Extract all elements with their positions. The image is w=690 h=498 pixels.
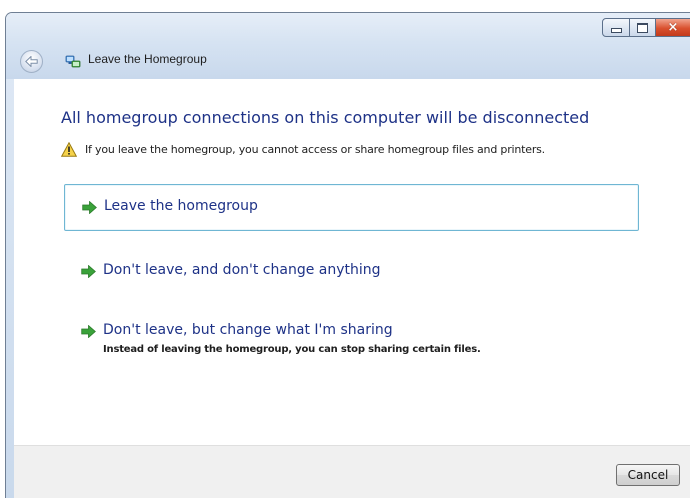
title-bar: × Leave the Homegroup <box>6 13 690 79</box>
minimize-button[interactable] <box>602 18 630 37</box>
option-leave-homegroup[interactable]: Leave the homegroup <box>64 184 639 231</box>
warning-text: If you leave the homegroup, you cannot a… <box>85 143 545 156</box>
back-button[interactable] <box>20 50 43 73</box>
maximize-button[interactable] <box>630 18 656 37</box>
back-arrow-icon <box>25 56 38 67</box>
minimize-icon <box>610 28 622 33</box>
window-title: Leave the Homegroup <box>88 52 207 66</box>
warning-row: If you leave the homegroup, you cannot a… <box>61 142 545 157</box>
close-icon: × <box>667 20 679 35</box>
cancel-button[interactable]: Cancel <box>616 464 680 486</box>
option-description: Instead of leaving the homegroup, you ca… <box>103 344 481 355</box>
dialog-footer: Cancel <box>14 445 690 498</box>
option-label: Don't leave, but change what I'm sharing <box>103 322 393 338</box>
warning-triangle-icon <box>61 142 77 157</box>
green-arrow-icon <box>81 265 96 278</box>
green-arrow-icon <box>81 325 96 338</box>
option-label: Don't leave, and don't change anything <box>103 262 381 278</box>
content-area: All homegroup connections on this comput… <box>14 79 690 445</box>
dialog-window: × Leave the Homegroup All homegroup conn… <box>5 12 690 498</box>
maximize-icon <box>637 22 648 33</box>
homegroup-icon <box>65 55 81 68</box>
green-arrow-icon <box>82 201 97 214</box>
close-button[interactable]: × <box>656 18 690 37</box>
page-heading: All homegroup connections on this comput… <box>61 108 590 127</box>
option-dont-leave[interactable]: Don't leave, and don't change anything <box>64 259 639 289</box>
window-controls: × <box>602 18 690 38</box>
option-label: Leave the homegroup <box>104 198 258 214</box>
option-change-sharing[interactable]: Don't leave, but change what I'm sharing… <box>64 319 639 367</box>
